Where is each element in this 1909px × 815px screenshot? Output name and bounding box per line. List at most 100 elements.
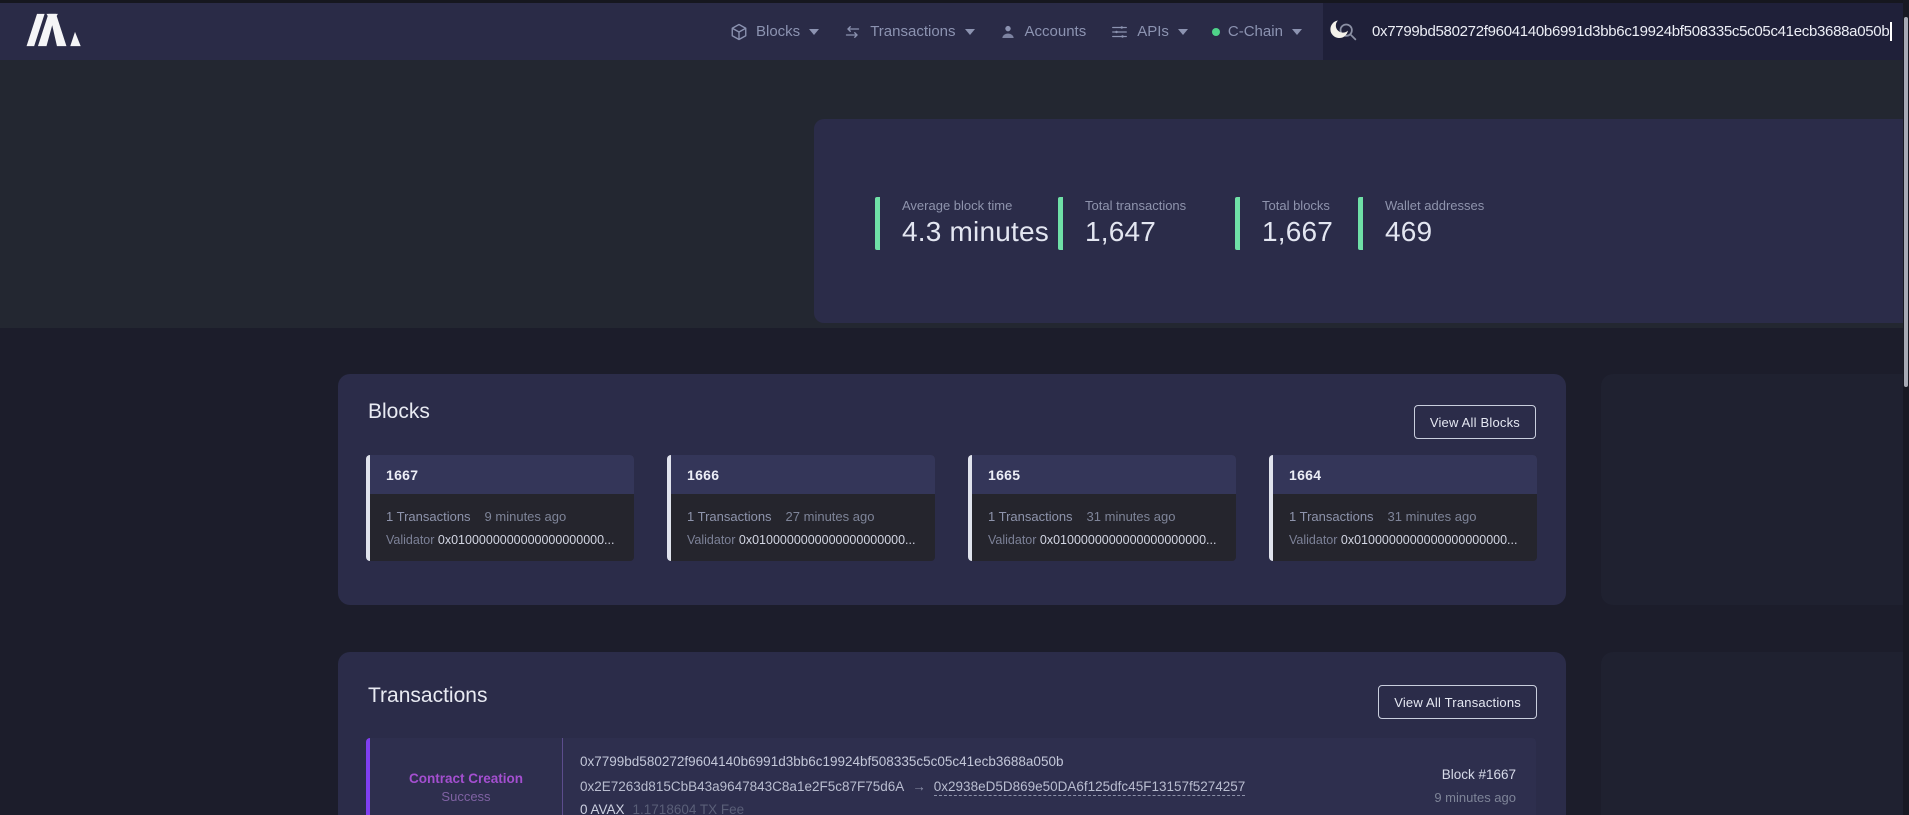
block-time: 27 minutes ago <box>786 509 875 524</box>
blocks-panel-title: Blocks <box>368 400 430 424</box>
transaction-block-link[interactable]: Block #1667 <box>1442 767 1516 782</box>
network-stats-card: Average block time 4.3 minutes Total tra… <box>814 119 1909 323</box>
nav-item-blocks[interactable]: Blocks <box>730 23 819 41</box>
validator-address: 0x0100000000000000000000... <box>1341 533 1518 547</box>
chevron-down-icon <box>1178 29 1188 35</box>
theme-toggle-button[interactable] <box>1328 18 1351 46</box>
block-tx-count: 1 Transactions <box>386 509 471 524</box>
validator-label: Validator <box>1289 533 1337 547</box>
nav-item-label: Blocks <box>756 23 800 40</box>
nav-item-label: Transactions <box>870 23 955 40</box>
validator-label: Validator <box>687 533 735 547</box>
transaction-value: 0 AVAX 1.1718604 TX Fee <box>580 802 744 815</box>
stat-label: Total blocks <box>1262 198 1333 213</box>
block-card-header: 1666 <box>671 455 935 494</box>
text-cursor <box>1890 22 1892 41</box>
divider <box>562 738 563 815</box>
block-card-validator: Validator 0x0100000000000000000000... <box>386 533 614 547</box>
block-card-meta: 1 Transactions 9 minutes ago <box>386 509 566 524</box>
to-address-link[interactable]: 0x2938eD5D869e50DA6f125dfc45F13157f52742… <box>934 779 1246 796</box>
transaction-hash[interactable]: 0x7799bd580272f9604140b6991d3bb6c19924bf… <box>580 754 1063 769</box>
block-time: 31 minutes ago <box>1087 509 1176 524</box>
block-card-validator: Validator 0x0100000000000000000000... <box>687 533 915 547</box>
block-time: 31 minutes ago <box>1388 509 1477 524</box>
nav-item-apis[interactable]: APIs <box>1110 23 1188 41</box>
block-tx-count: 1 Transactions <box>988 509 1073 524</box>
nav-item-label: APIs <box>1137 23 1169 40</box>
search-input[interactable]: 0x7799bd580272f9604140b6991d3bb6c19924bf… <box>1372 23 1889 40</box>
cube-icon <box>730 23 748 41</box>
block-tx-count: 1 Transactions <box>687 509 772 524</box>
moon-icon <box>1328 18 1351 46</box>
scrollbar-thumb[interactable] <box>1904 17 1908 387</box>
block-number: 1666 <box>687 467 719 483</box>
stat-value: 4.3 minutes <box>902 216 1049 248</box>
amount: 0 AVAX <box>580 802 625 815</box>
block-time: 9 minutes ago <box>485 509 567 524</box>
background-panel-blocks <box>1601 374 1909 605</box>
stat-total-transactions: Total transactions 1,647 <box>1058 197 1186 250</box>
transaction-type: Contract Creation <box>370 771 562 786</box>
validator-address: 0x0100000000000000000000... <box>739 533 916 547</box>
transaction-addresses: 0x2E7263d815CbB43a9647843C8a1e2F5c87F75d… <box>580 779 1245 794</box>
nav-menu: Blocks Transactions Accounts APIs C-Chai… <box>730 3 1351 60</box>
stat-label: Average block time <box>902 198 1049 213</box>
block-number: 1664 <box>1289 467 1321 483</box>
transaction-status-badge: Success <box>370 789 562 804</box>
transactions-panel: Transactions View All Transactions Contr… <box>338 652 1566 815</box>
nav-item-accounts[interactable]: Accounts <box>999 23 1087 41</box>
chevron-down-icon <box>1292 29 1302 35</box>
transaction-type-cell: Contract Creation Success <box>370 738 562 815</box>
block-card-header: 1667 <box>370 455 634 494</box>
stat-wallet-addresses: Wallet addresses 469 <box>1358 197 1484 250</box>
block-card-validator: Validator 0x0100000000000000000000... <box>1289 533 1517 547</box>
validator-label: Validator <box>988 533 1036 547</box>
block-card-1665[interactable]: 1665 1 Transactions 31 minutes ago Valida… <box>968 455 1236 561</box>
stat-label: Total transactions <box>1085 198 1186 213</box>
validator-address: 0x0100000000000000000000... <box>438 533 615 547</box>
nav-item-label: Accounts <box>1025 23 1087 40</box>
stat-value: 469 <box>1385 216 1484 248</box>
chevron-down-icon <box>965 29 975 35</box>
block-card-validator: Validator 0x0100000000000000000000... <box>988 533 1216 547</box>
validator-address: 0x0100000000000000000000... <box>1040 533 1217 547</box>
block-card-meta: 1 Transactions 31 minutes ago <box>988 509 1175 524</box>
person-icon <box>999 23 1017 41</box>
arrow-right-icon: → <box>912 779 926 794</box>
nav-item-transactions[interactable]: Transactions <box>843 23 974 41</box>
transaction-row[interactable]: Contract Creation Success 0x7799bd580272… <box>366 738 1536 815</box>
block-card-meta: 1 Transactions 31 minutes ago <box>1289 509 1476 524</box>
stat-total-blocks: Total blocks 1,667 <box>1235 197 1333 250</box>
stat-average-block-time: Average block time 4.3 minutes <box>875 197 1049 250</box>
transfer-arrows-icon <box>843 23 862 41</box>
block-card-meta: 1 Transactions 27 minutes ago <box>687 509 874 524</box>
block-card-1667[interactable]: 1667 1 Transactions 9 minutes ago Validat… <box>366 455 634 561</box>
view-all-transactions-button[interactable]: View All Transactions <box>1378 685 1537 719</box>
block-number: 1665 <box>988 467 1020 483</box>
block-card-header: 1664 <box>1273 455 1537 494</box>
chain-selector-label: C-Chain <box>1228 23 1283 40</box>
search-bar[interactable]: 0x7799bd580272f9604140b6991d3bb6c19924bf… <box>1323 3 1903 60</box>
avalanche-logo[interactable] <box>24 11 88 49</box>
stat-value: 1,647 <box>1085 216 1186 248</box>
blocks-panel: Blocks View All Blocks 1667 1 Transactio… <box>338 374 1566 605</box>
block-tx-count: 1 Transactions <box>1289 509 1374 524</box>
block-card-1664[interactable]: 1664 1 Transactions 31 minutes ago Valida… <box>1269 455 1537 561</box>
scrollbar[interactable] <box>1903 0 1909 815</box>
transaction-time: 9 minutes ago <box>1434 790 1516 805</box>
chain-status-dot <box>1212 28 1220 36</box>
from-address[interactable]: 0x2E7263d815CbB43a9647843C8a1e2F5c87F75d… <box>580 779 904 794</box>
validator-label: Validator <box>386 533 434 547</box>
background-panel-transactions <box>1601 652 1909 815</box>
sliders-icon <box>1110 23 1129 41</box>
view-all-blocks-button[interactable]: View All Blocks <box>1414 405 1536 439</box>
chevron-down-icon <box>809 29 819 35</box>
chain-selector[interactable]: C-Chain <box>1212 23 1302 40</box>
tx-fee: 1.1718604 TX Fee <box>633 802 745 815</box>
stat-value: 1,667 <box>1262 216 1333 248</box>
stat-label: Wallet addresses <box>1385 198 1484 213</box>
block-number: 1667 <box>386 467 418 483</box>
block-card-header: 1665 <box>972 455 1236 494</box>
transactions-panel-title: Transactions <box>368 684 487 708</box>
block-card-1666[interactable]: 1666 1 Transactions 27 minutes ago Valida… <box>667 455 935 561</box>
